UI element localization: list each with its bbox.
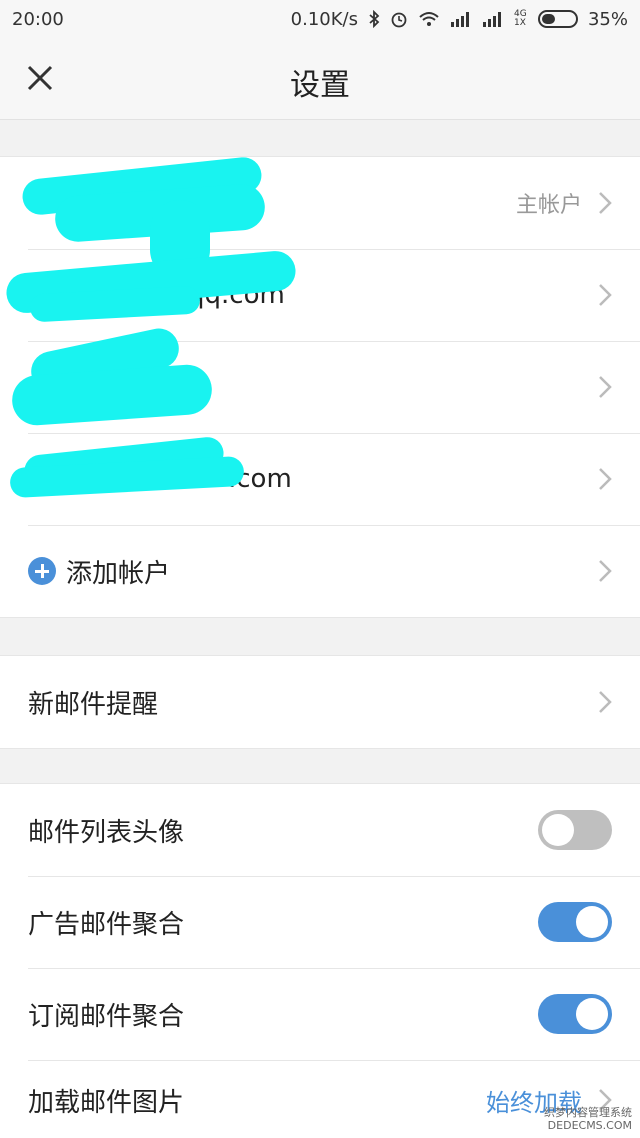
wifi-icon	[419, 12, 439, 26]
avatar-toggle-switch[interactable]	[538, 810, 612, 850]
chevron-right-icon	[599, 560, 612, 582]
chevron-right-icon	[599, 376, 612, 398]
notifications-group: 新邮件提醒	[0, 655, 640, 749]
chevron-right-icon	[599, 284, 612, 306]
network-speed: 0.10K/s	[290, 8, 358, 30]
chevron-right-icon	[599, 192, 612, 214]
bluetooth-icon	[369, 10, 380, 28]
toggle-row-ad-mail[interactable]: 广告邮件聚合	[0, 876, 640, 968]
toggle-label: 订阅邮件聚合	[28, 1001, 185, 1032]
battery-percent: 35%	[587, 8, 628, 30]
watermark-line1: 织梦内容管理系统	[544, 1106, 632, 1119]
new-mail-alert-row[interactable]: 新邮件提醒	[0, 656, 640, 748]
status-icons: 0.10K/s 4G 1X 35%	[291, 9, 628, 30]
mail-display-group: 邮件列表头像 广告邮件聚合 订阅邮件聚合 加载邮件图片 始终加载	[0, 783, 640, 1138]
add-account-button[interactable]: 添加帐户	[0, 525, 640, 617]
toggle-label: 邮件列表头像	[28, 817, 185, 848]
add-circle-icon	[28, 557, 56, 585]
status-bar: 20:00 0.10K/s 4G 1X 35%	[0, 0, 640, 38]
primary-account-badge: 主帐户	[515, 193, 582, 218]
page-title: 设置	[290, 68, 350, 103]
title-bar: 设置	[0, 38, 640, 120]
alarm-icon	[391, 12, 407, 28]
signal-2-icon	[482, 12, 501, 27]
network-type: 4G 1X	[513, 9, 527, 28]
battery-icon	[537, 10, 578, 28]
toggle-row-avatar[interactable]: 邮件列表头像	[0, 784, 640, 876]
toggle-label: 广告邮件聚合	[28, 909, 185, 940]
watermark-line2: DEDECMS.COM	[547, 1119, 632, 1132]
status-time: 20:00	[12, 8, 64, 30]
watermark: 织梦内容管理系统 DEDECMS.COM	[544, 1106, 632, 1132]
ad-mail-toggle-switch[interactable]	[538, 902, 612, 942]
load-images-label: 加载邮件图片	[28, 1087, 185, 1118]
subscription-toggle-switch[interactable]	[538, 994, 612, 1034]
add-account-label: 添加帐户	[66, 558, 171, 589]
chevron-right-icon	[599, 691, 612, 713]
toggle-row-subscription[interactable]: 订阅邮件聚合	[0, 968, 640, 1060]
chevron-right-icon	[599, 468, 612, 490]
signal-icon	[450, 12, 469, 27]
new-mail-alert-label: 新邮件提醒	[28, 689, 159, 720]
